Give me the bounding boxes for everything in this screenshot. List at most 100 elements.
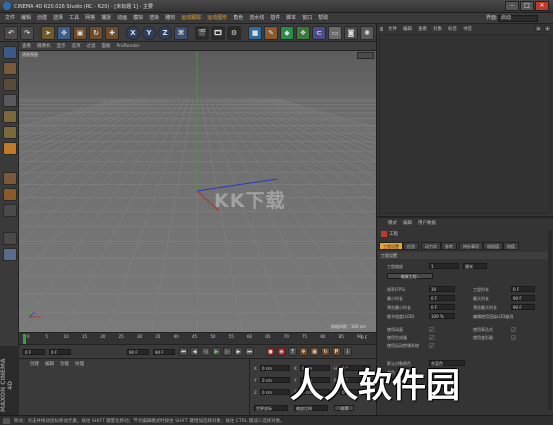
menu-item-0[interactable]: 文件 [2, 13, 18, 24]
edges-mode-icon[interactable] [3, 126, 17, 139]
viewport-nav-icons[interactable] [357, 52, 374, 59]
camera-icon[interactable]: ◙ [344, 25, 358, 40]
attr-field-value[interactable]: 0 F [429, 304, 455, 310]
coord-mode-select[interactable]: 世界坐标 [254, 405, 288, 411]
object-tab-0[interactable]: 文件 [385, 25, 400, 34]
material-tab-2[interactable]: 功能 [57, 360, 72, 369]
material-tab-3[interactable]: 纹理 [72, 360, 87, 369]
interface-select[interactable]: 启动 [498, 15, 538, 22]
menu-item-8[interactable]: 模拟 [130, 13, 146, 24]
menu-item-6[interactable]: 捕捉 [98, 13, 114, 24]
menu-item-11[interactable]: 运动跟踪 [178, 13, 204, 24]
recent-tool-icon[interactable]: ✚ [105, 25, 119, 40]
attr-field-value[interactable]: 100 % [429, 313, 455, 319]
end-frame-field[interactable]: 90 F [127, 349, 149, 355]
menu-item-17[interactable]: 窗口 [299, 13, 315, 24]
material-tab-0[interactable]: 创建 [27, 360, 42, 369]
preview-end-frame-field[interactable]: 90 F [153, 349, 175, 355]
key-pla-icon[interactable]: ⋮ [343, 347, 352, 356]
checkbox[interactable]: ✓ [429, 327, 434, 332]
select-arrow-icon[interactable]: ➤ [41, 25, 55, 40]
next-key-icon[interactable]: ▶ [234, 347, 243, 356]
goto-start-icon[interactable]: ⏮ [179, 347, 188, 356]
step-forward-icon[interactable]: ▷ [223, 347, 232, 356]
menu-item-3[interactable]: 选择 [50, 13, 66, 24]
subdivision-icon[interactable]: ◆ [280, 25, 294, 40]
menu-item-18[interactable]: 帮助 [315, 13, 331, 24]
scale-icon[interactable]: ▣ [73, 25, 87, 40]
obj-search-icon[interactable]: ⌕ [535, 25, 542, 32]
key-rotation-icon[interactable]: ↻ [321, 347, 330, 356]
workplane-icon[interactable] [3, 94, 17, 107]
object-list[interactable] [379, 34, 551, 214]
undo-icon[interactable]: ↶ [4, 25, 18, 40]
render-view-icon[interactable]: 🎬 [195, 25, 209, 40]
autokey-icon[interactable]: ◉ [277, 347, 286, 356]
snap-icon[interactable] [3, 204, 17, 217]
perspective-viewport[interactable]: 透视视图 网格间距 : 100 cm [19, 51, 376, 332]
goto-end-icon[interactable]: ⏭ [245, 347, 254, 356]
coord-system-icon[interactable]: ⌘ [174, 25, 188, 40]
menu-item-13[interactable]: 角色 [230, 13, 246, 24]
menu-item-15[interactable]: 插件 [267, 13, 283, 24]
scale-field[interactable]: 1 [429, 263, 459, 269]
rotate-icon[interactable]: ↻ [89, 25, 103, 40]
polygons-mode-icon[interactable] [3, 142, 17, 155]
attr-scrollbar[interactable] [548, 230, 552, 410]
coord-pos-field[interactable]: 0 cm [260, 389, 290, 395]
tweak-mode-icon[interactable] [3, 188, 17, 201]
scale-project-button[interactable]: 缩放工程... [387, 273, 433, 279]
object-tab-5[interactable]: 书签 [460, 25, 475, 34]
attr-field-value[interactable]: 30 [429, 286, 455, 292]
checkbox-2[interactable]: ✓ [511, 327, 516, 332]
record-icon[interactable]: ● [266, 347, 275, 356]
axis-mode-icon[interactable] [3, 172, 17, 185]
scale-unit-select[interactable]: 厘米 [463, 263, 487, 269]
deformer-icon[interactable]: ⊂ [312, 25, 326, 40]
render-settings-icon[interactable]: ⚙ [227, 25, 241, 40]
attr-field-value[interactable]: 0 F [429, 295, 455, 301]
cloner-icon[interactable]: ❖ [296, 25, 310, 40]
viewport-tab-3[interactable]: 选项 [69, 42, 84, 51]
minimize-button[interactable]: – [505, 1, 519, 11]
key-position-icon[interactable]: ✥ [299, 347, 308, 356]
menu-item-14[interactable]: 流水线 [246, 13, 267, 24]
viewport-tab-6[interactable]: ProRender [114, 42, 143, 51]
attr-subtab-0[interactable]: 工程设置 [379, 242, 403, 250]
menu-item-5[interactable]: 网格 [82, 13, 98, 24]
axis-x-button[interactable]: X [126, 25, 140, 40]
object-tab-2[interactable]: 查看 [415, 25, 430, 34]
grid-icon[interactable] [3, 248, 17, 261]
menu-item-10[interactable]: 雕刻 [162, 13, 178, 24]
checkbox-2[interactable]: ✓ [511, 335, 516, 340]
axis-y-button[interactable]: Y [142, 25, 156, 40]
pen-icon[interactable]: ✎ [264, 25, 278, 40]
points-mode-icon[interactable] [3, 110, 17, 123]
texture-mode-icon[interactable] [3, 78, 17, 91]
axis-z-button[interactable]: Z [158, 25, 172, 40]
prev-key-icon[interactable]: ◀ [190, 347, 199, 356]
attr-subtab-1[interactable]: 信息 [403, 242, 419, 250]
viewport-tab-1[interactable]: 摄像机 [34, 42, 54, 51]
menu-item-1[interactable]: 编辑 [18, 13, 34, 24]
menu-item-16[interactable]: 脚本 [283, 13, 299, 24]
attr-field-value-2[interactable]: 90 F [511, 295, 535, 301]
attr-subtab-6[interactable]: 插值 [503, 242, 519, 250]
step-back-icon[interactable]: ◁ [201, 347, 210, 356]
attr-tab-1[interactable]: 编辑 [400, 219, 415, 228]
attr-tab-0[interactable]: 模式 [385, 219, 400, 228]
render-picture-viewer-icon[interactable]: 🎞 [211, 25, 225, 40]
keyframe-selection-icon[interactable]: ? [288, 347, 297, 356]
menu-item-7[interactable]: 动画 [114, 13, 130, 24]
viewport-tab-5[interactable]: 面板 [99, 42, 114, 51]
viewport-tab-0[interactable]: 查看 [19, 42, 34, 51]
coord-pos-field[interactable]: 0 cm [260, 377, 290, 383]
maximize-button[interactable]: □ [520, 1, 534, 11]
floor-icon[interactable]: ▭ [328, 25, 342, 40]
menu-item-12[interactable]: 运动图形 [204, 13, 230, 24]
checkbox[interactable]: ✓ [429, 335, 434, 340]
object-tab-3[interactable]: 对象 [430, 25, 445, 34]
redo-icon[interactable]: ↷ [20, 25, 34, 40]
object-tab-1[interactable]: 编辑 [400, 25, 415, 34]
attr-subtab-3[interactable]: 参考 [441, 242, 457, 250]
